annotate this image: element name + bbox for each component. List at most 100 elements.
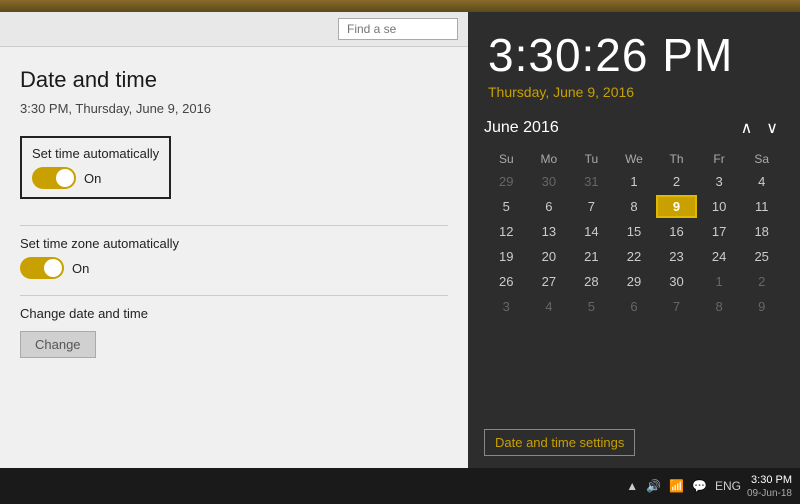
calendar-day[interactable]: 8: [614, 195, 655, 218]
calendar-day[interactable]: 28: [571, 270, 612, 293]
calendar-day[interactable]: 2: [741, 270, 782, 293]
calendar-day[interactable]: 10: [699, 195, 740, 218]
calendar-day[interactable]: 24: [699, 245, 740, 268]
calendar-week-row: 19202122232425: [486, 245, 782, 268]
calendar-week-row: 2930311234: [486, 170, 782, 193]
network-icon: ▲: [626, 479, 638, 493]
calendar-day[interactable]: 7: [656, 295, 697, 318]
clock-date: Thursday, June 9, 2016: [488, 84, 780, 100]
calendar-day[interactable]: 4: [529, 295, 570, 318]
calendar-days-header-row: Su Mo Tu We Th Fr Sa: [486, 150, 782, 168]
calendar-prev-btn[interactable]: ∧: [735, 116, 759, 140]
divider-1: [20, 225, 448, 226]
calendar-day[interactable]: 9: [741, 295, 782, 318]
calendar-nav: ∧ ∨: [735, 116, 784, 140]
clock-panel: 3:30:26 PM Thursday, June 9, 2016 June 2…: [468, 12, 800, 468]
day-header-fr: Fr: [699, 150, 740, 168]
set-timezone-auto-label: Set time zone automatically: [20, 236, 448, 251]
calendar-day[interactable]: 5: [571, 295, 612, 318]
calendar-day[interactable]: 27: [529, 270, 570, 293]
calendar-day[interactable]: 14: [571, 220, 612, 243]
calendar-day[interactable]: 26: [486, 270, 527, 293]
calendar-next-btn[interactable]: ∨: [760, 116, 784, 140]
calendar-day[interactable]: 30: [529, 170, 570, 193]
calendar-day[interactable]: 1: [699, 270, 740, 293]
calendar-day[interactable]: 13: [529, 220, 570, 243]
find-setting-input[interactable]: [338, 18, 458, 40]
wallpaper-strip: [0, 0, 800, 12]
calendar-day[interactable]: 12: [486, 220, 527, 243]
day-header-th: Th: [656, 150, 697, 168]
calendar-footer: Date and time settings: [468, 421, 800, 468]
calendar-day[interactable]: 15: [614, 220, 655, 243]
set-time-auto-block: Set time automatically On: [20, 136, 171, 199]
calendar-week-row: 567891011: [486, 195, 782, 218]
calendar-day[interactable]: 25: [741, 245, 782, 268]
clock-display: 3:30:26 PM Thursday, June 9, 2016: [468, 12, 800, 108]
set-timezone-auto-toggle[interactable]: [20, 257, 64, 279]
set-timezone-auto-block: Set time zone automatically On: [20, 236, 448, 279]
calendar-day[interactable]: 16: [656, 220, 697, 243]
calendar-day[interactable]: 17: [699, 220, 740, 243]
lang-label: ENG: [715, 479, 741, 493]
taskbar: ▲ 🔊 📶 💬 ENG 3:30 PM 09-Jun-18: [0, 468, 800, 504]
set-time-auto-toggle[interactable]: [32, 167, 76, 189]
set-timezone-auto-state: On: [72, 261, 89, 276]
taskbar-time: 3:30 PM: [747, 473, 792, 488]
calendar-day[interactable]: 4: [741, 170, 782, 193]
day-header-mo: Mo: [529, 150, 570, 168]
calendar-day[interactable]: 9: [656, 195, 697, 218]
calendar-week-row: 3456789: [486, 295, 782, 318]
calendar-day[interactable]: 1: [614, 170, 655, 193]
calendar-day[interactable]: 31: [571, 170, 612, 193]
calendar-day[interactable]: 5: [486, 195, 527, 218]
settings-panel: Date and time 3:30 PM, Thursday, June 9,…: [0, 12, 468, 468]
calendar-month-year: June 2016: [484, 119, 559, 137]
calendar-header: June 2016 ∧ ∨: [484, 116, 784, 140]
calendar-day[interactable]: 7: [571, 195, 612, 218]
taskbar-clock: 3:30 PM 09-Jun-18: [747, 473, 792, 499]
clock-time: 3:30:26 PM: [488, 28, 780, 82]
calendar-day[interactable]: 8: [699, 295, 740, 318]
calendar-day[interactable]: 22: [614, 245, 655, 268]
day-header-su: Su: [486, 150, 527, 168]
set-time-auto-state: On: [84, 171, 101, 186]
calendar-day[interactable]: 6: [529, 195, 570, 218]
day-header-tu: Tu: [571, 150, 612, 168]
calendar-day[interactable]: 2: [656, 170, 697, 193]
day-header-sa: Sa: [741, 150, 782, 168]
set-time-auto-label: Set time automatically: [32, 146, 159, 161]
calendar-day[interactable]: 19: [486, 245, 527, 268]
divider-2: [20, 295, 448, 296]
settings-content: Date and time 3:30 PM, Thursday, June 9,…: [0, 47, 468, 468]
current-time-label: 3:30 PM, Thursday, June 9, 2016: [20, 101, 448, 116]
calendar-day[interactable]: 23: [656, 245, 697, 268]
top-bar: [0, 12, 468, 47]
calendar-day[interactable]: 11: [741, 195, 782, 218]
taskbar-icons: ▲ 🔊 📶 💬 ENG: [626, 479, 741, 493]
calendar-container: June 2016 ∧ ∨ Su Mo Tu We Th Fr Sa: [468, 108, 800, 421]
calendar-day[interactable]: 3: [486, 295, 527, 318]
wifi-icon: 📶: [669, 479, 684, 493]
message-icon: 💬: [692, 479, 707, 493]
date-time-settings-button[interactable]: Date and time settings: [484, 429, 635, 456]
calendar-day[interactable]: 29: [614, 270, 655, 293]
calendar-week-row: 12131415161718: [486, 220, 782, 243]
settings-title: Date and time: [20, 67, 448, 93]
calendar-day[interactable]: 21: [571, 245, 612, 268]
calendar-day[interactable]: 6: [614, 295, 655, 318]
calendar-day[interactable]: 3: [699, 170, 740, 193]
calendar-day[interactable]: 20: [529, 245, 570, 268]
taskbar-date: 09-Jun-18: [747, 488, 792, 499]
set-timezone-auto-toggle-row: On: [20, 257, 448, 279]
calendar-day[interactable]: 18: [741, 220, 782, 243]
calendar-grid: Su Mo Tu We Th Fr Sa 2930311234567891011…: [484, 148, 784, 320]
day-header-we: We: [614, 150, 655, 168]
change-button[interactable]: Change: [20, 331, 96, 358]
set-time-auto-toggle-row: On: [32, 167, 159, 189]
calendar-day[interactable]: 30: [656, 270, 697, 293]
calendar-week-row: 262728293012: [486, 270, 782, 293]
change-date-time-label: Change date and time: [20, 306, 448, 321]
calendar-day[interactable]: 29: [486, 170, 527, 193]
volume-icon: 🔊: [646, 479, 661, 493]
